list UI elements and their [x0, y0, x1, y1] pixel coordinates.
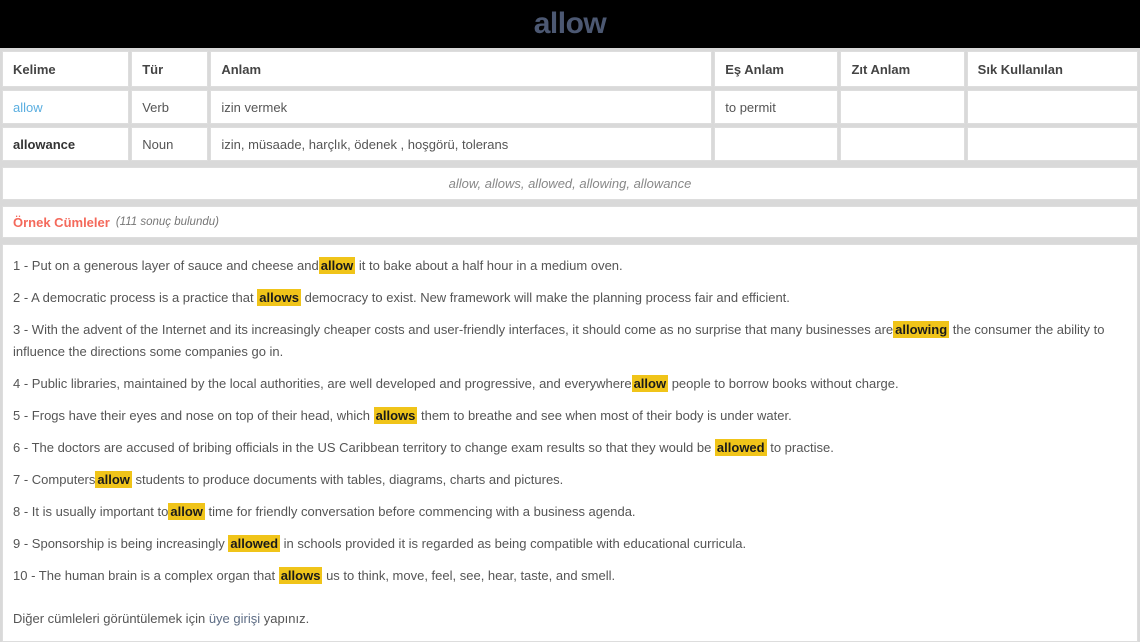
example-sentence: 6 - The doctors are accused of bribing o… [13, 437, 1127, 459]
word-link-allow[interactable]: allow [13, 100, 43, 115]
example-sentence: 2 - A democratic process is a practice t… [13, 287, 1127, 309]
table-body: allow Verb izin vermek to permit allowan… [2, 90, 1138, 161]
example-sentence: 3 - With the advent of the Internet and … [13, 319, 1127, 363]
table-row: allow Verb izin vermek to permit [2, 90, 1138, 124]
example-sentence: 4 - Public libraries, maintained by the … [13, 373, 1127, 395]
sentence-text: it to bake about a half hour in a medium… [355, 258, 623, 273]
cell-zit-anlam [840, 90, 965, 124]
example-sentence: 5 - Frogs have their eyes and nose on to… [13, 405, 1127, 427]
highlighted-keyword: allow [95, 471, 132, 488]
cell-sik-kullanilan [966, 127, 1138, 161]
sentence-number: 2 - [13, 290, 32, 305]
sentence-text: With the advent of the Internet and its … [31, 322, 894, 337]
member-login-link[interactable]: üye girişi [209, 611, 260, 626]
sentence-text: Public libraries, maintained by the loca… [31, 376, 632, 391]
sentence-number: 7 - [13, 472, 32, 487]
column-header-tur: Tür [131, 51, 209, 87]
sentence-text: people to borrow books without charge. [668, 376, 899, 391]
example-sentence: 10 - The human brain is a complex organ … [13, 565, 1127, 587]
cell-sik-kullanilan [966, 90, 1138, 124]
sentence-number: 1 - [13, 258, 32, 273]
example-sentence: 9 - Sponsorship is being increasingly al… [13, 533, 1127, 555]
example-sentence-list: 1 - Put on a generous layer of sauce and… [13, 255, 1127, 587]
highlighted-keyword: allow [631, 375, 669, 392]
examples-title: Örnek Cümleler [13, 214, 110, 230]
word-forms-text: allow, allows, allowed, allowing, allowa… [448, 176, 692, 191]
column-header-kelime: Kelime [2, 51, 130, 87]
sentence-text: to practise. [766, 440, 834, 455]
column-header-zit-anlam: Zıt Anlam [840, 51, 965, 87]
cell-anlam: izin, müsaade, harçlık, ödenek , hoşgörü… [210, 127, 713, 161]
table-header-row: Kelime Tür Anlam Eş Anlam Zıt Anlam Sık … [2, 51, 1138, 87]
cell-es-anlam [714, 127, 839, 161]
highlighted-keyword: allowed [714, 439, 767, 456]
highlighted-keyword: allow [318, 257, 356, 274]
sentence-text: time for friendly conversation before co… [204, 504, 636, 519]
word-definition-table: Kelime Tür Anlam Eş Anlam Zıt Anlam Sık … [0, 48, 1140, 164]
sentence-number: 8 - [13, 504, 32, 519]
sentence-number: 4 - [13, 376, 32, 391]
cell-kelime[interactable]: allow [2, 90, 130, 124]
page-title: allow [533, 7, 607, 40]
example-sentences-card: 1 - Put on a generous layer of sauce and… [2, 244, 1138, 642]
table-row: allowance Noun izin, müsaade, harçlık, ö… [2, 127, 1138, 161]
sentence-number: 3 - [13, 322, 32, 337]
highlighted-keyword: allowing [893, 321, 950, 338]
cell-tur: Verb [131, 90, 209, 124]
column-header-anlam: Anlam [210, 51, 713, 87]
cell-es-anlam: to permit [714, 90, 839, 124]
sentence-text: Put on a generous layer of sauce and che… [31, 258, 319, 273]
sentence-text: A democratic process is a practice that [31, 290, 258, 305]
sentence-text: students to produce documents with table… [131, 472, 564, 487]
sentence-number: 9 - [13, 536, 32, 551]
sentence-text: them to breathe and see when most of the… [417, 408, 792, 423]
highlighted-keyword: allows [373, 407, 418, 424]
sentence-number: 5 - [13, 408, 32, 423]
sentence-text: Sponsorship is being increasingly [31, 536, 229, 551]
sentence-text: Computers [31, 472, 96, 487]
example-sentence: 1 - Put on a generous layer of sauce and… [13, 255, 1127, 277]
login-note-suffix: yapınız. [260, 611, 310, 626]
sentence-number: 6 - [13, 440, 32, 455]
example-sentence: 7 - Computers allow students to produce d… [13, 469, 1127, 491]
sentence-text: us to think, move, feel, see, hear, tast… [322, 568, 616, 583]
login-note-prefix: Diğer cümleleri görüntülemek için [13, 611, 209, 626]
sentence-text: The human brain is a complex organ that [38, 568, 279, 583]
site-header: allow [0, 0, 1140, 48]
cell-tur: Noun [131, 127, 209, 161]
cell-kelime[interactable]: allowance [2, 127, 130, 161]
sentence-text: The doctors are accused of bribing offic… [31, 440, 715, 455]
word-forms-card: allow, allows, allowed, allowing, allowa… [2, 167, 1138, 200]
column-header-es-anlam: Eş Anlam [714, 51, 839, 87]
sentence-text: It is usually important to [31, 504, 169, 519]
login-note: Diğer cümleleri görüntülemek için üye gi… [13, 611, 1127, 626]
table-header: Kelime Tür Anlam Eş Anlam Zıt Anlam Sık … [2, 51, 1138, 87]
cell-zit-anlam [840, 127, 965, 161]
cell-anlam: izin vermek [210, 90, 713, 124]
column-header-sik-kullanilan: Sık Kullanılan [966, 51, 1138, 87]
examples-header-card: Örnek Cümleler (111 sonuç bulundu) [2, 206, 1138, 238]
examples-result-count: (111 sonuç bulundu) [115, 216, 219, 228]
sentence-text: democracy to exist. New framework will m… [300, 290, 790, 305]
sentence-text: in schools provided it is regarded as be… [280, 536, 747, 551]
highlighted-keyword: allowed [228, 535, 281, 552]
example-sentence: 8 - It is usually important to allow time… [13, 501, 1127, 523]
word-label-allowance[interactable]: allowance [13, 137, 75, 152]
highlighted-keyword: allows [278, 567, 323, 584]
highlighted-keyword: allows [257, 289, 301, 306]
highlighted-keyword: allow [168, 503, 205, 520]
sentence-text: Frogs have their eyes and nose on top of… [31, 408, 374, 423]
sentence-number: 10 - [13, 568, 39, 583]
